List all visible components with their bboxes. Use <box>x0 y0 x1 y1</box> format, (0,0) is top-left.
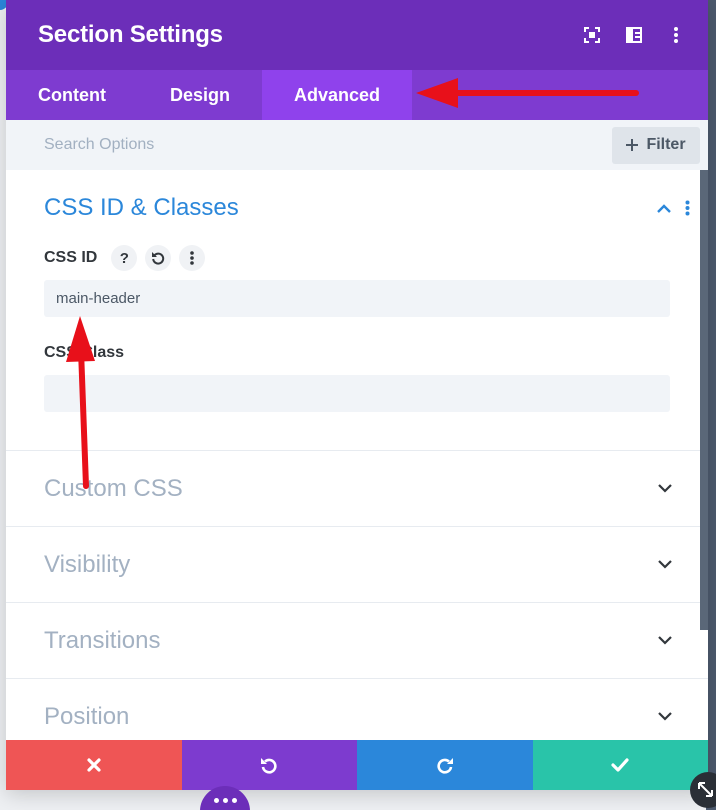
help-icon: ? <box>119 249 129 267</box>
search-input[interactable] <box>44 130 444 160</box>
css-id-field-group: CSS ID ? <box>44 244 708 317</box>
group-css-id-classes: CSS ID & Classes CSS ID ? main-header CS… <box>6 170 708 451</box>
undo-button[interactable] <box>181 740 357 790</box>
redo-button[interactable] <box>357 740 533 790</box>
dot <box>222 798 228 803</box>
css-id-input[interactable] <box>44 280 670 317</box>
tab-bar: Content Design Advanced <box>6 70 708 120</box>
reset-button[interactable] <box>145 245 172 271</box>
help-button[interactable]: ? <box>111 245 138 271</box>
save-button[interactable] <box>532 740 708 790</box>
css-id-label: CSS ID <box>44 249 98 266</box>
tab-advanced[interactable]: Advanced <box>262 70 413 120</box>
header-icons <box>578 21 690 49</box>
chevron-down-icon <box>658 560 672 569</box>
search-bar: Filter <box>6 120 708 170</box>
cancel-button[interactable] <box>6 740 182 790</box>
group-header-icons <box>657 200 690 216</box>
group-title: CSS ID & Classes <box>44 194 239 221</box>
reset-icon <box>152 252 165 265</box>
plus-icon <box>626 139 639 151</box>
group-position[interactable]: Position <box>6 679 708 740</box>
field-label-row: CSS ID ? <box>44 244 670 272</box>
group-title: Visibility <box>44 550 131 578</box>
close-icon <box>87 758 101 772</box>
field-label-row: CSS Class <box>44 339 670 367</box>
group-visibility[interactable]: Visibility <box>6 527 708 603</box>
settings-content: CSS ID & Classes CSS ID ? main-header CS… <box>6 170 708 740</box>
group-title: Transitions <box>44 626 161 654</box>
scrollbar[interactable] <box>700 170 708 630</box>
filter-label: Filter <box>646 136 686 153</box>
tab-design[interactable]: Design <box>138 70 262 120</box>
fullscreen-icon[interactable] <box>578 21 606 49</box>
chevron-down-icon <box>658 636 672 645</box>
dot <box>231 798 237 803</box>
filter-button[interactable]: Filter <box>612 126 700 164</box>
tab-content[interactable]: Content <box>6 70 138 120</box>
group-transitions[interactable]: Transitions <box>6 603 708 679</box>
chevron-down-icon <box>658 484 672 493</box>
undo-icon <box>261 758 277 774</box>
more-options-icon <box>190 251 195 265</box>
group-title: Custom CSS <box>44 474 183 502</box>
group-title: Position <box>44 702 130 730</box>
redo-icon <box>437 758 453 774</box>
modal-header[interactable]: Section Settings <box>6 0 708 70</box>
modal-title: Section Settings <box>38 21 223 48</box>
css-class-input[interactable] <box>44 375 670 412</box>
resize-handle[interactable] <box>690 772 716 808</box>
chevron-down-icon <box>658 712 672 721</box>
more-options-icon[interactable] <box>662 21 690 49</box>
check-icon <box>611 758 629 772</box>
css-class-field-group: CSS Class <box>44 339 708 412</box>
dot <box>213 798 219 803</box>
group-header[interactable]: CSS ID & Classes <box>44 194 708 222</box>
group-custom-css[interactable]: Custom CSS <box>6 451 708 527</box>
modal-footer <box>6 740 708 790</box>
css-class-label: CSS Class <box>44 344 125 361</box>
chevron-up-icon[interactable] <box>657 203 671 213</box>
resize-icon <box>698 782 713 797</box>
more-options-icon[interactable] <box>685 200 690 216</box>
field-options-button[interactable] <box>179 245 206 271</box>
section-settings-modal: Section Settings Content Design Advanced… <box>6 0 708 790</box>
split-view-icon[interactable] <box>620 21 648 49</box>
